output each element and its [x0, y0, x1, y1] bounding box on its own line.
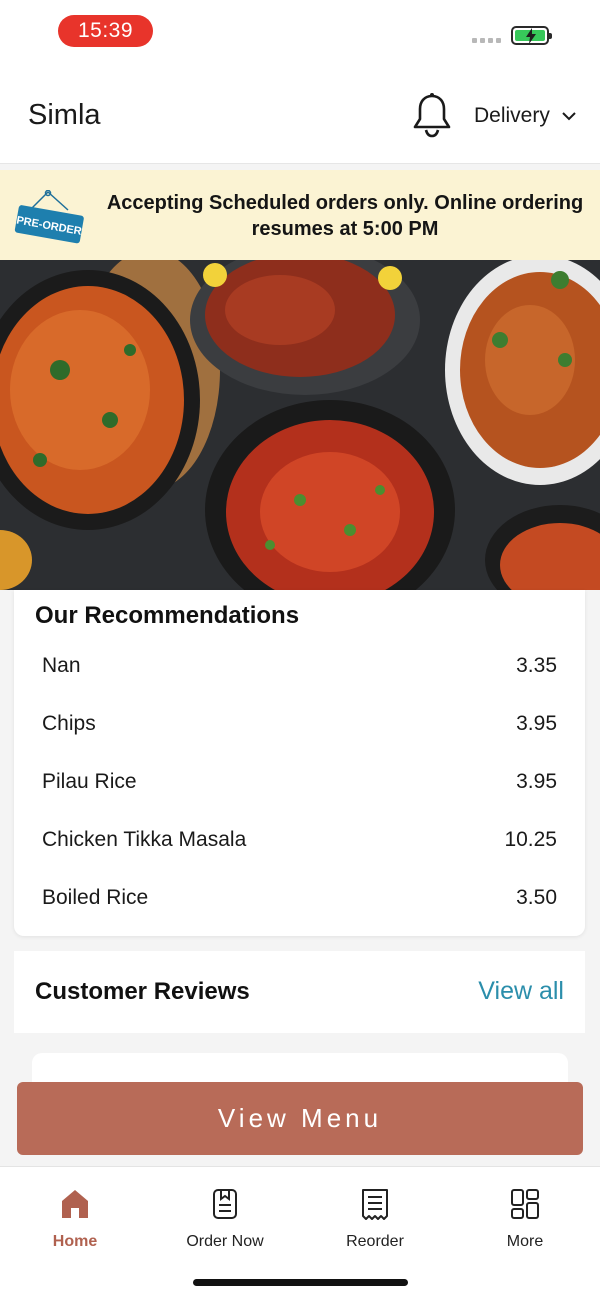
chevron-down-icon [562, 112, 576, 121]
view-all-reviews-link[interactable]: View all [478, 977, 564, 1006]
tab-label: Reorder [346, 1233, 404, 1250]
bottom-tab-bar: Home Order Now Reorder More [0, 1166, 600, 1298]
tab-order-now[interactable]: Order Now [165, 1187, 285, 1251]
item-price: 10.25 [504, 828, 557, 851]
item-price: 3.95 [516, 712, 557, 735]
reviews-title: Customer Reviews [35, 978, 250, 1005]
status-time: 15:39 [58, 15, 153, 47]
item-price: 3.50 [516, 886, 557, 909]
item-price: 3.95 [516, 770, 557, 793]
banner-message: Accepting Scheduled orders only. Online … [106, 192, 584, 240]
tab-home[interactable]: Home [15, 1187, 135, 1251]
recommendation-item[interactable]: Pilau Rice 3.95 [42, 770, 557, 794]
schedule-banner: PRE-ORDER Accepting Scheduled orders onl… [0, 170, 600, 260]
home-indicator [193, 1279, 408, 1286]
bell-icon[interactable] [412, 92, 452, 138]
item-price: 3.35 [516, 654, 557, 677]
delivery-selector[interactable]: Delivery [474, 104, 576, 128]
home-icon [62, 1190, 88, 1218]
tab-label: More [506, 1233, 544, 1250]
tab-label: Home [52, 1233, 98, 1250]
recommendations-card: Our Recommendations Nan 3.35 Chips 3.95 … [14, 590, 585, 936]
status-bar: 15:39 [0, 0, 600, 64]
tab-label: Order Now [186, 1233, 264, 1250]
item-name: Nan [42, 654, 81, 677]
preorder-badge: PRE-ORDER [14, 190, 84, 244]
app-header: Simla Delivery [0, 64, 600, 164]
receipt-icon [362, 1189, 388, 1220]
tab-reorder[interactable]: Reorder [315, 1187, 435, 1251]
restaurant-title: Simla [28, 99, 101, 131]
hero-food-image [0, 260, 600, 590]
item-name: Pilau Rice [42, 770, 137, 793]
delivery-label: Delivery [474, 104, 550, 127]
view-menu-button[interactable]: View Menu [17, 1082, 583, 1155]
recommendation-item[interactable]: Nan 3.35 [42, 654, 557, 678]
customer-reviews-section: Customer Reviews View all [14, 951, 585, 1033]
recommendation-item[interactable]: Boiled Rice 3.50 [42, 886, 557, 910]
grid-icon [511, 1189, 539, 1219]
order-icon [213, 1189, 237, 1219]
battery-icon [511, 26, 552, 45]
recommendation-item[interactable]: Chicken Tikka Masala 10.25 [42, 828, 557, 852]
recommendation-item[interactable]: Chips 3.95 [42, 712, 557, 736]
tab-more[interactable]: More [465, 1187, 585, 1251]
item-name: Chicken Tikka Masala [42, 828, 247, 851]
item-name: Boiled Rice [42, 886, 149, 909]
item-name: Chips [42, 712, 96, 735]
signal-icon [472, 38, 501, 43]
recommendations-title: Our Recommendations [35, 602, 300, 629]
